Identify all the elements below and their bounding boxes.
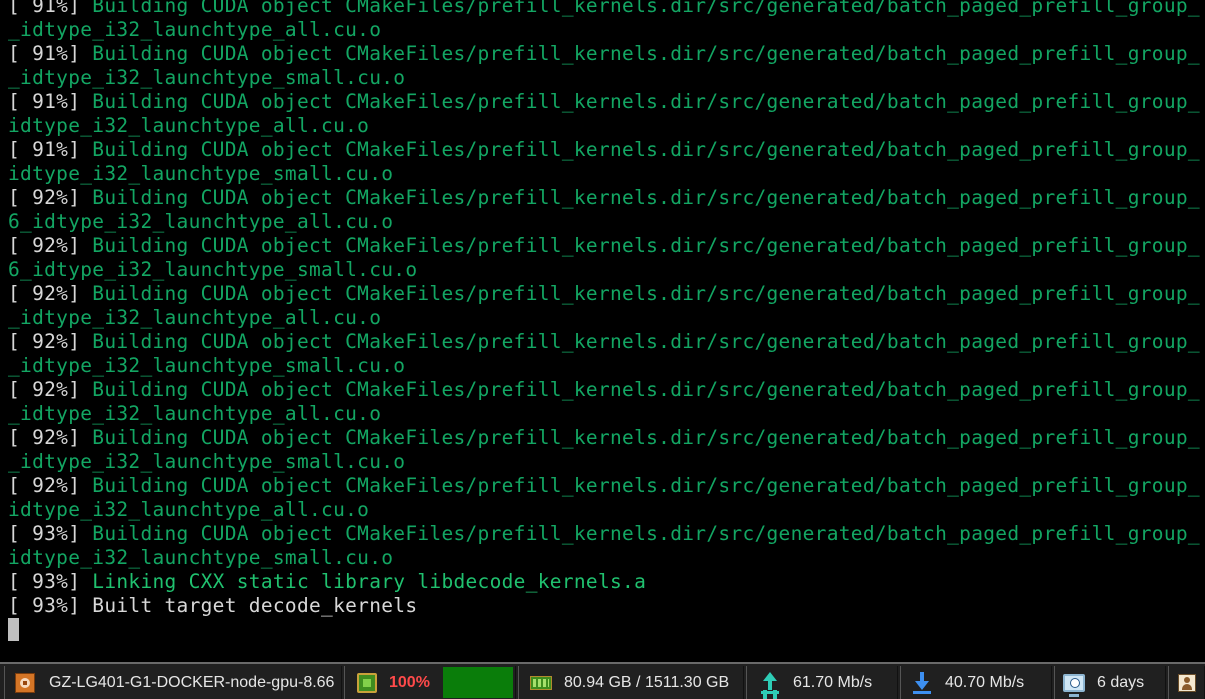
monitor-clock-icon [1063,673,1085,697]
line-message: 6_idtype_i32_launchtype_all.cu.o [8,210,394,233]
terminal-line: [ 91%] Building CUDA object CMakeFiles/p… [8,90,1205,114]
terminal-line: _idtype_i32_launchtype_small.cu.o [8,450,1205,474]
line-message: _idtype_i32_launchtype_small.cu.o [8,66,406,89]
line-message: Building CUDA object CMakeFiles/prefill_… [92,330,1205,353]
terminal-line: [ 92%] Building CUDA object CMakeFiles/p… [8,474,1205,498]
progress-prefix: [ 92%] [8,426,93,449]
host-name: GZ-LG401-G1-DOCKER-node-gpu-8.66 [49,674,335,691]
download-speed: 40.70 Mb/s [945,674,1025,691]
progress-prefix: [ 91%] [8,90,93,113]
terminal-window: [ 91%] Building CUDA object CMakeFiles/p… [0,0,1205,699]
progress-prefix: [ 91%] [8,42,93,65]
line-message: idtype_i32_launchtype_small.cu.o [8,162,394,185]
terminal-line: idtype_i32_launchtype_small.cu.o [8,162,1205,186]
line-message: 6_idtype_i32_launchtype_small.cu.o [8,258,418,281]
terminal-line: [ 92%] Building CUDA object CMakeFiles/p… [8,282,1205,306]
terminal-line: [ 92%] Building CUDA object CMakeFiles/p… [8,378,1205,402]
terminal-cursor [8,618,19,641]
line-message: _idtype_i32_launchtype_small.cu.o [8,354,406,377]
cpu-percent: 100% [389,674,430,691]
cpu-load-bar [443,667,513,698]
upload-speed: 61.70 Mb/s [793,674,873,691]
line-message: Linking CXX static library libdecode_ker… [92,570,647,593]
cpu-icon [357,672,377,693]
terminal-line: _idtype_i32_launchtype_all.cu.o [8,18,1205,42]
upload-segment[interactable]: 61.70 Mb/s [746,666,898,699]
terminal-line: [ 93%] Linking CXX static library libdec… [8,570,1205,594]
line-message: idtype_i32_launchtype_all.cu.o [8,114,370,137]
terminal-line: [ 93%] Building CUDA object CMakeFiles/p… [8,522,1205,546]
progress-prefix: [ 92%] [8,234,93,257]
terminal-line: _idtype_i32_launchtype_all.cu.o [8,306,1205,330]
cpu-load-fill [443,667,513,698]
status-bar: GZ-LG401-G1-DOCKER-node-gpu-8.66 100% 80… [0,662,1205,699]
terminal-line: _idtype_i32_launchtype_small.cu.o [8,66,1205,90]
progress-prefix: [ 91%] [8,0,93,17]
line-message: Building CUDA object CMakeFiles/prefill_… [92,282,1205,305]
terminal-line: [ 91%] Building CUDA object CMakeFiles/p… [8,138,1205,162]
terminal-line: 6_idtype_i32_launchtype_all.cu.o [8,210,1205,234]
terminal-line: [ 91%] Building CUDA object CMakeFiles/p… [8,42,1205,66]
progress-prefix: [ 92%] [8,474,93,497]
line-message: Building CUDA object CMakeFiles/prefill_… [92,90,1205,113]
line-message: Building CUDA object CMakeFiles/prefill_… [92,186,1205,209]
memory-segment[interactable]: 80.94 GB / 1511.30 GB [518,666,744,699]
server-icon [15,672,35,693]
download-segment[interactable]: 40.70 Mb/s [900,666,1052,699]
line-message: Building CUDA object CMakeFiles/prefill_… [92,522,1205,545]
user-icon [1177,673,1196,692]
terminal-output[interactable]: [ 91%] Building CUDA object CMakeFiles/p… [0,0,1205,662]
upload-arrow-icon [761,671,779,694]
cpu-segment[interactable]: 100% [344,666,516,699]
line-message: Building CUDA object CMakeFiles/prefill_… [92,0,1205,17]
line-message: _idtype_i32_launchtype_small.cu.o [8,450,406,473]
line-message: Building CUDA object CMakeFiles/prefill_… [92,426,1205,449]
terminal-line: idtype_i32_launchtype_all.cu.o [8,114,1205,138]
progress-prefix: [ 91%] [8,138,93,161]
terminal-line: [ 92%] Building CUDA object CMakeFiles/p… [8,426,1205,450]
line-message: idtype_i32_launchtype_all.cu.o [8,498,370,521]
line-message: _idtype_i32_launchtype_all.cu.o [8,18,382,41]
terminal-line: _idtype_i32_launchtype_small.cu.o [8,354,1205,378]
line-message: Building CUDA object CMakeFiles/prefill_… [92,234,1205,257]
terminal-line: 6_idtype_i32_launchtype_small.cu.o [8,258,1205,282]
uptime-value: 6 days [1097,674,1145,691]
terminal-line: idtype_i32_launchtype_all.cu.o [8,498,1205,522]
host-segment[interactable]: GZ-LG401-G1-DOCKER-node-gpu-8.66 [4,666,342,699]
line-message: idtype_i32_launchtype_small.cu.o [8,546,394,569]
progress-prefix: [ 93%] [8,570,93,593]
user-segment[interactable] [1168,666,1205,699]
memory-usage: 80.94 GB / 1511.30 GB [564,674,730,691]
line-message: _idtype_i32_launchtype_all.cu.o [8,306,382,329]
line-message: Built target decode_kernels [92,594,418,617]
download-arrow-icon [913,671,931,694]
progress-prefix: [ 92%] [8,282,93,305]
line-message: _idtype_i32_launchtype_all.cu.o [8,402,382,425]
terminal-line: [ 91%] Building CUDA object CMakeFiles/p… [8,0,1205,18]
line-message: Building CUDA object CMakeFiles/prefill_… [92,378,1205,401]
line-message: Building CUDA object CMakeFiles/prefill_… [92,42,1205,65]
progress-prefix: [ 92%] [8,186,93,209]
terminal-line: [ 92%] Building CUDA object CMakeFiles/p… [8,330,1205,354]
progress-prefix: [ 92%] [8,378,93,401]
terminal-line: _idtype_i32_launchtype_all.cu.o [8,402,1205,426]
terminal-line: [ 92%] Building CUDA object CMakeFiles/p… [8,234,1205,258]
uptime-segment[interactable]: 6 days [1054,666,1166,699]
terminal-scrollbar[interactable] [1201,0,1205,662]
terminal-line: [ 93%] Built target decode_kernels [8,594,1205,618]
progress-prefix: [ 93%] [8,594,93,617]
terminal-line: idtype_i32_launchtype_small.cu.o [8,546,1205,570]
line-message: Building CUDA object CMakeFiles/prefill_… [92,138,1205,161]
progress-prefix: [ 93%] [8,522,93,545]
memory-icon [530,675,552,690]
progress-prefix: [ 92%] [8,330,93,353]
line-message: Building CUDA object CMakeFiles/prefill_… [92,474,1205,497]
terminal-lines: [ 91%] Building CUDA object CMakeFiles/p… [8,0,1205,618]
terminal-line: [ 92%] Building CUDA object CMakeFiles/p… [8,186,1205,210]
